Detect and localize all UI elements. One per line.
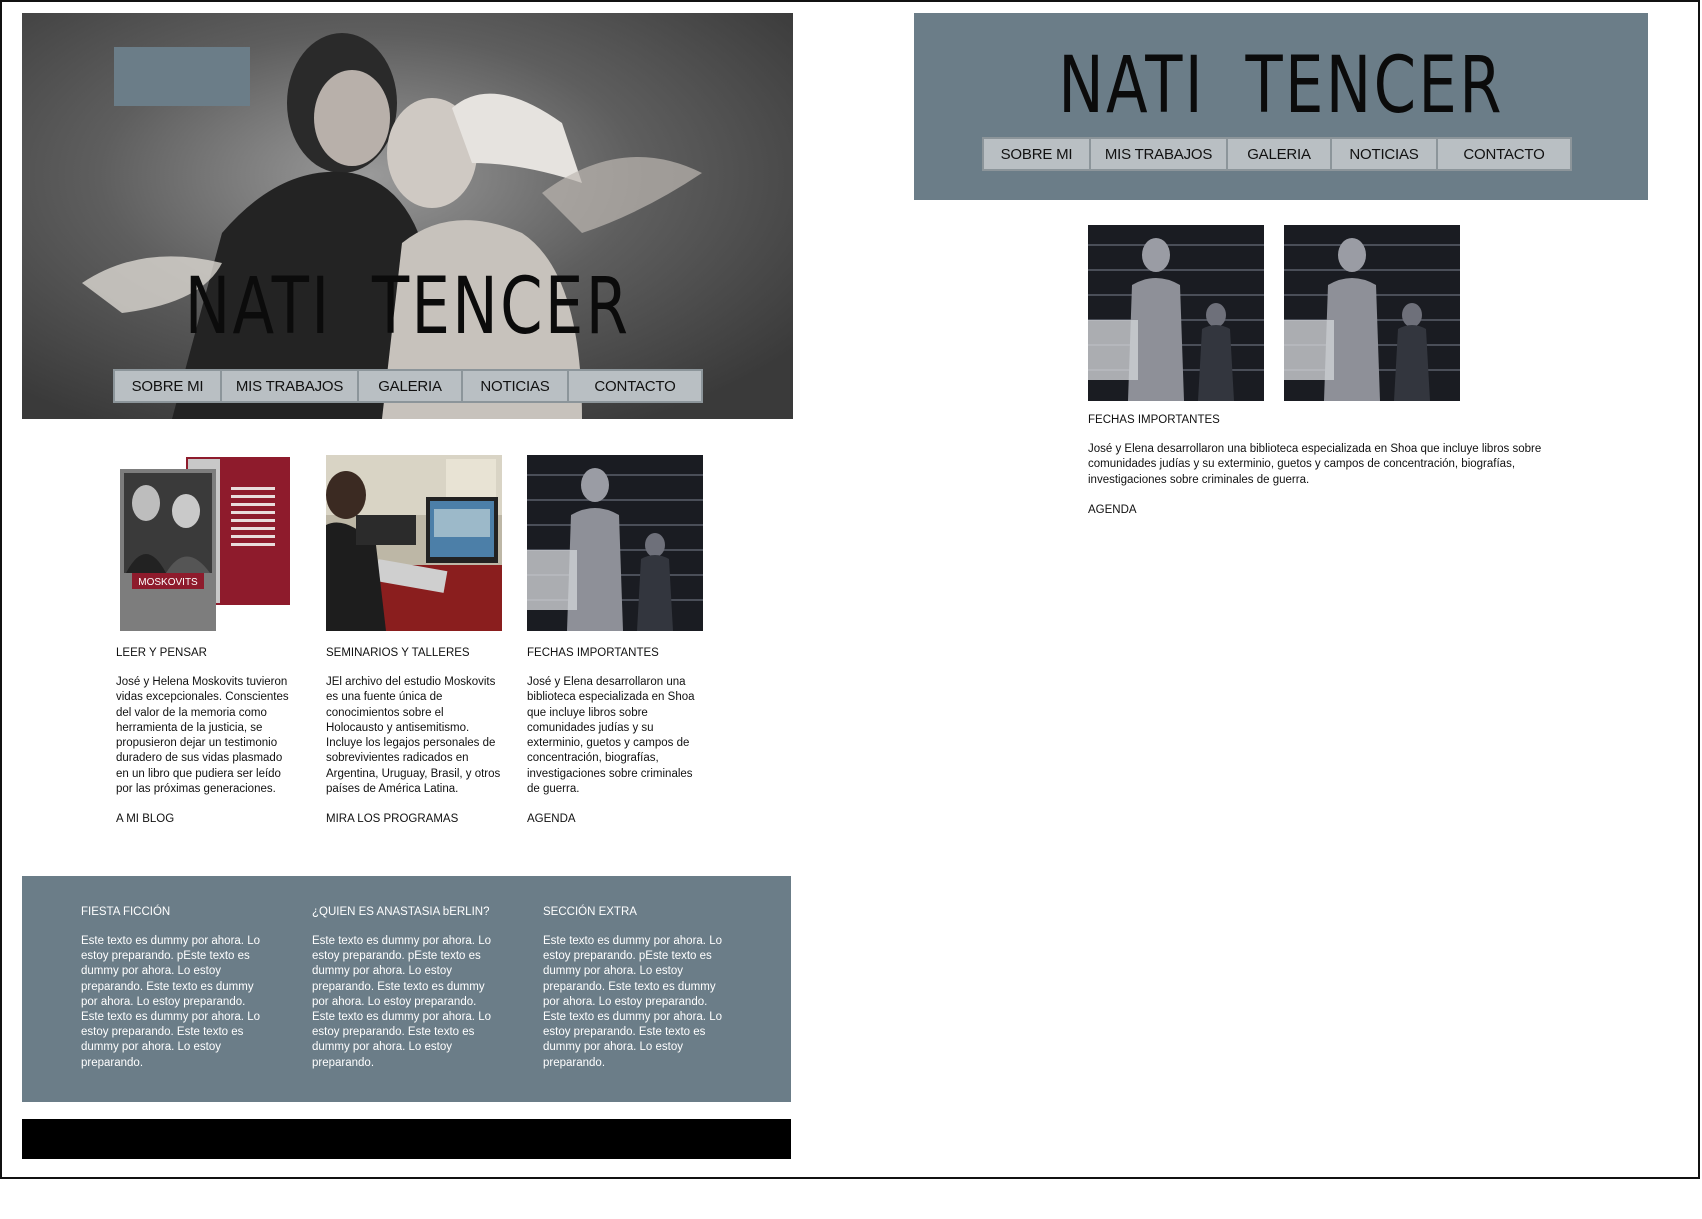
archive-photo xyxy=(1284,225,1460,401)
nav-mis-trabajos[interactable]: MIS TRABAJOS xyxy=(1091,139,1228,169)
nav-mis-trabajos[interactable]: MIS TRABAJOS xyxy=(222,371,359,401)
footer-col-anastasia: ¿QUIEN ES ANASTASIA bERLIN? Este texto e… xyxy=(312,906,502,1071)
book-image[interactable]: MOSKOVITS xyxy=(116,455,292,631)
book-cover-text: MOSKOVITS xyxy=(138,577,198,588)
nav-galeria[interactable]: GALERIA xyxy=(1228,139,1332,169)
archive-image[interactable] xyxy=(527,455,703,631)
card-body: José y Elena desarrollaron una bibliotec… xyxy=(527,676,695,796)
nav-noticias[interactable]: NOTICIAS xyxy=(1332,139,1438,169)
card-seminarios: SEMINARIOS Y TALLERES JEl archivo del es… xyxy=(326,455,506,825)
card-leer-y-pensar: MOSKOVITS LEER Y PENSAR José y Helena Mo… xyxy=(116,455,296,825)
inner-link-agenda[interactable]: AGENDA xyxy=(1088,504,1578,516)
nav-sobre-mi[interactable]: SOBRE MI xyxy=(115,371,222,401)
archive-photo-1[interactable] xyxy=(1088,225,1264,401)
card-heading: FECHAS IMPORTANTES xyxy=(527,647,659,659)
footer-col-fiesta: FIESTA FICCIÓN Este texto es dummy por a… xyxy=(81,906,271,1071)
footer-body: Este texto es dummy por ahora. Lo estoy … xyxy=(312,935,491,1069)
card-body: José y Helena Moskovits tuvieron vidas e… xyxy=(116,676,289,796)
hero-banner: NATI TENCER xyxy=(22,13,793,419)
footer-body: Este texto es dummy por ahora. Lo estoy … xyxy=(543,935,722,1069)
footer-heading[interactable]: ¿QUIEN ES ANASTASIA bERLIN? xyxy=(312,906,502,918)
nav-contacto[interactable]: CONTACTO xyxy=(569,371,701,401)
footer-col-extra: SECCIÓN EXTRA Este texto es dummy por ah… xyxy=(543,906,733,1071)
nav-noticias[interactable]: NOTICIAS xyxy=(463,371,569,401)
card-link-programas[interactable]: MIRA LOS PROGRAMAS xyxy=(326,813,506,825)
card-link-agenda[interactable]: AGENDA xyxy=(527,813,707,825)
logo-placeholder[interactable] xyxy=(114,47,250,106)
book-illustration: MOSKOVITS xyxy=(116,455,292,631)
card-heading: SEMINARIOS Y TALLERES xyxy=(326,647,470,659)
card-body: JEl archivo del estudio Moskovits es una… xyxy=(326,676,501,796)
inner-header: NATI TENCER SOBRE MI MIS TRABAJOS GALERI… xyxy=(914,13,1648,200)
footer-heading[interactable]: FIESTA FICCIÓN xyxy=(81,906,271,918)
site-title: NATI TENCER xyxy=(1058,41,1504,131)
footer-heading[interactable]: SECCIÓN EXTRA xyxy=(543,906,733,918)
archive-photo-2[interactable] xyxy=(1284,225,1460,401)
footer-black-bar xyxy=(22,1119,791,1159)
card-link-blog[interactable]: A MI BLOG xyxy=(116,813,296,825)
main-nav: SOBRE MI MIS TRABAJOS GALERIA NOTICIAS C… xyxy=(113,369,703,403)
main-nav: SOBRE MI MIS TRABAJOS GALERIA NOTICIAS C… xyxy=(982,137,1572,171)
nav-sobre-mi[interactable]: SOBRE MI xyxy=(984,139,1091,169)
inner-heading: FECHAS IMPORTANTES xyxy=(1088,414,1220,426)
archive-photo xyxy=(1088,225,1264,401)
seminar-image[interactable] xyxy=(326,455,502,631)
card-fechas: FECHAS IMPORTANTES José y Elena desarrol… xyxy=(527,455,707,825)
computer-photo xyxy=(326,455,502,631)
nav-galeria[interactable]: GALERIA xyxy=(359,371,463,401)
archive-photo xyxy=(527,455,703,631)
nav-contacto[interactable]: CONTACTO xyxy=(1438,139,1570,169)
footer-band: FIESTA FICCIÓN Este texto es dummy por a… xyxy=(22,876,791,1102)
card-heading: LEER Y PENSAR xyxy=(116,647,207,659)
inner-content: FECHAS IMPORTANTES José y Elena desarrol… xyxy=(1088,414,1578,516)
footer-body: Este texto es dummy por ahora. Lo estoy … xyxy=(81,935,260,1069)
site-title: NATI TENCER xyxy=(184,262,631,352)
inner-body: José y Elena desarrollaron una bibliotec… xyxy=(1088,443,1542,486)
